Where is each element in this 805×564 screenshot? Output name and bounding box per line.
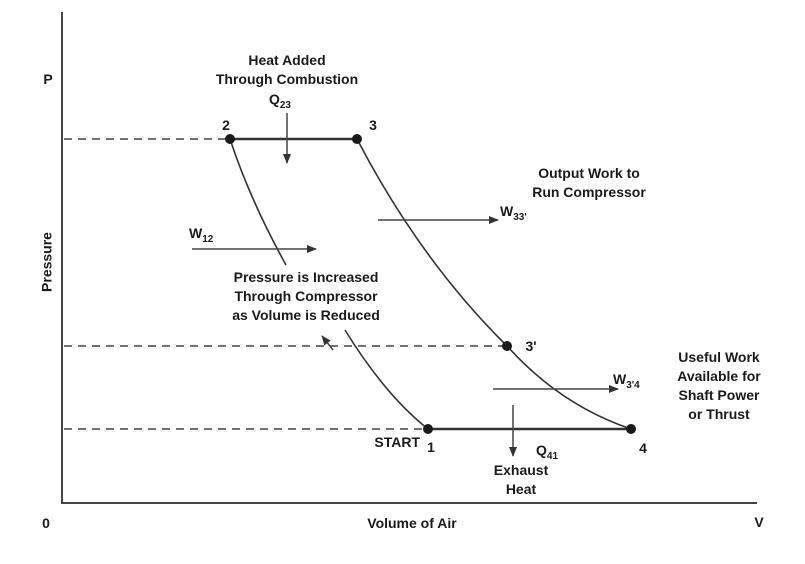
output-work-line-2: Run Compressor: [532, 184, 646, 200]
compression-line-2: Through Compressor: [234, 288, 378, 304]
heat-added-line-2: Through Combustion: [216, 71, 358, 87]
point-label-2: 2: [222, 117, 230, 133]
state-point-4: [626, 424, 636, 434]
x-axis-label: Volume of Air: [367, 515, 457, 531]
x-axis-symbol: V: [754, 514, 764, 530]
useful-work-line-3: Shaft Power: [679, 387, 760, 403]
origin-label: 0: [42, 515, 50, 531]
w33-label: W33': [500, 203, 527, 223]
compression-direction-arrow: [321, 335, 334, 351]
state-point-2: [225, 134, 235, 144]
start-label: START: [374, 434, 420, 450]
point-label-1: 1: [427, 439, 435, 455]
state-point-1: [423, 424, 433, 434]
point-label-4: 4: [639, 440, 647, 456]
useful-work-line-2: Available for: [677, 368, 761, 384]
useful-work-line-1: Useful Work: [678, 349, 760, 365]
y-axis-symbol: P: [43, 71, 52, 87]
w34-label: W3'4: [613, 371, 640, 391]
path-3prime-4-expansion: [506, 345, 632, 430]
w12-label: W12: [189, 225, 214, 245]
output-work-line-1: Output Work to: [538, 165, 640, 181]
compression-line-3: as Volume is Reduced: [232, 307, 380, 323]
heat-added-line-1: Heat Added: [248, 52, 325, 68]
q41-label: Q41: [536, 442, 558, 462]
y-axis-label: Pressure: [39, 232, 55, 292]
useful-work-line-4: or Thrust: [688, 406, 750, 422]
path-1-2-compression-upper: [229, 138, 287, 266]
pv-diagram: P Pressure 0 Volume of Air V 2 3 3' 1 4 …: [39, 12, 764, 531]
exhaust-line-2: Heat: [506, 481, 537, 497]
state-point-3: [352, 134, 362, 144]
point-label-3: 3: [369, 117, 377, 133]
path-1-2-compression-lower: [344, 329, 429, 430]
exhaust-line-1: Exhaust: [494, 462, 549, 478]
q23-label: Q23: [269, 91, 291, 111]
compression-line-1: Pressure is Increased: [234, 269, 379, 285]
point-label-3prime: 3': [525, 338, 536, 354]
state-point-3prime: [502, 341, 512, 351]
